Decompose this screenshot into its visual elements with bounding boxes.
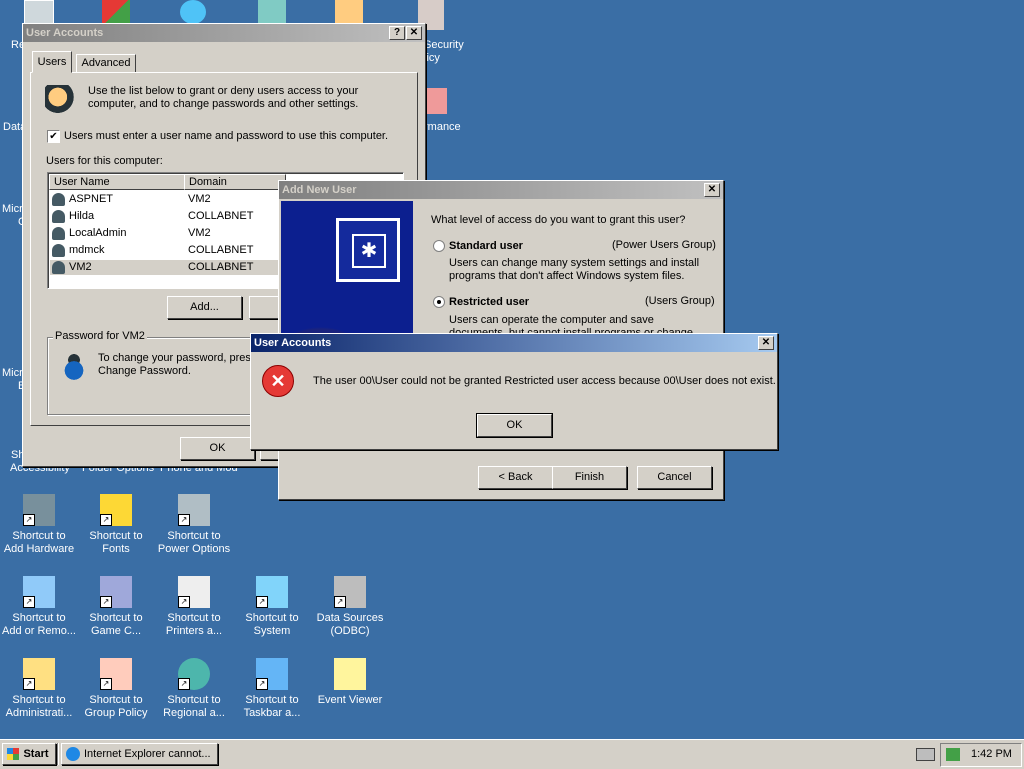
desktop-icon-odbc[interactable]: ↗ Data Sources (ODBC) <box>311 576 389 638</box>
change-password-icon <box>58 354 90 384</box>
users-icon[interactable] <box>335 0 363 24</box>
taskbar-icon: ↗ <box>256 658 288 690</box>
restricted-user-radio[interactable] <box>433 296 445 308</box>
column-header-username[interactable]: User Name <box>49 174 186 190</box>
windows-flag-icon[interactable] <box>102 0 130 24</box>
error-ok-button[interactable]: OK <box>476 413 553 438</box>
close-button[interactable]: ✕ <box>758 336 774 350</box>
internet-explorer-icon <box>66 747 80 761</box>
user-icon <box>52 210 65 223</box>
desktop-partial-label: licy <box>424 52 440 64</box>
windows-logo-icon <box>7 748 19 760</box>
user-icon <box>52 244 65 257</box>
group-policy-icon: ↗ <box>100 658 132 690</box>
error-icon: ✕ <box>262 365 294 397</box>
tab-advanced[interactable]: Advanced <box>76 54 136 73</box>
add-new-user-titlebar[interactable]: Add New User ✕ <box>279 181 723 199</box>
back-button[interactable]: < Back <box>478 466 553 489</box>
perf-icon[interactable] <box>425 88 447 114</box>
users-key-icon <box>45 85 77 115</box>
access-question: What level of access do you want to gran… <box>431 214 686 226</box>
users-list-label: Users for this computer: <box>46 155 163 167</box>
regional-icon: ↗ <box>178 658 210 690</box>
desktop-icon-system[interactable]: ↗ Shortcut to System <box>233 576 311 638</box>
desktop-partial-label: Security <box>424 39 464 51</box>
password-group-label: Password for VM2 <box>53 330 147 342</box>
help-button[interactable]: ? <box>389 26 405 40</box>
power-options-icon: ↗ <box>178 494 210 526</box>
tab-users[interactable]: Users <box>32 51 72 73</box>
cancel-button[interactable]: Cancel <box>637 466 712 489</box>
restricted-user-group: (Users Group) <box>645 295 715 307</box>
add-remove-programs-icon: ↗ <box>23 576 55 608</box>
network-globe-icon[interactable] <box>180 0 206 24</box>
admin-tools-icon: ↗ <box>23 658 55 690</box>
taskbar-divider <box>57 743 59 765</box>
password-text: To change your password, pres Change Pas… <box>98 352 251 377</box>
task-internet-explorer[interactable]: Internet Explorer cannot... <box>61 743 218 765</box>
standard-user-group: (Power Users Group) <box>612 239 716 251</box>
components-icon[interactable] <box>258 0 286 24</box>
desktop-icon-group-policy[interactable]: ↗ Shortcut to Group Policy <box>77 658 155 720</box>
fonts-folder-icon: ↗ <box>100 494 132 526</box>
desktop-icon-regional[interactable]: ↗ Shortcut to Regional a... <box>155 658 233 720</box>
desktop-icon-taskbar[interactable]: ↗ Shortcut to Taskbar a... <box>233 658 311 720</box>
standard-user-label: Standard user <box>449 240 523 252</box>
error-dialog: User Accounts ✕ ✕ The user 00\User could… <box>250 333 778 450</box>
intro-text: Use the list below to grant or deny user… <box>88 85 359 110</box>
must-login-label: Users must enter a user name and passwor… <box>64 130 389 142</box>
standard-user-desc: Users can change many system settings an… <box>449 257 700 282</box>
desktop-partial-label: rmance <box>424 121 461 133</box>
restricted-user-label: Restricted user <box>449 296 530 308</box>
standard-user-radio[interactable] <box>433 240 445 252</box>
clock[interactable]: 1:42 PM <box>971 748 1012 760</box>
ok-button[interactable]: OK <box>180 437 255 460</box>
game-controllers-icon: ↗ <box>100 576 132 608</box>
keyboard-icon[interactable] <box>916 748 935 761</box>
wizard-key-icon: ✱ <box>336 218 400 282</box>
desktop-icon-event-viewer[interactable]: Event Viewer <box>311 658 389 707</box>
desktop-icon-printers[interactable]: ↗ Shortcut to Printers a... <box>155 576 233 638</box>
finish-button[interactable]: Finish <box>552 466 627 489</box>
desktop-icon-fonts[interactable]: ↗ Shortcut to Fonts <box>77 494 155 556</box>
desktop-icon-admin-tools[interactable]: ↗ Shortcut to Administrati... <box>0 658 78 720</box>
system-tray: 1:42 PM <box>940 743 1022 767</box>
desktop-icon-add-hardware[interactable]: ↗ Shortcut to Add Hardware <box>0 494 78 556</box>
network-tray-icon[interactable] <box>946 748 960 761</box>
add-user-button[interactable]: Add... <box>167 296 242 319</box>
taskbar: Start Internet Explorer cannot... 1:42 P… <box>0 739 1024 769</box>
add-hardware-icon: ↗ <box>23 494 55 526</box>
error-message: The user 00\User could not be granted Re… <box>313 375 776 387</box>
system-icon: ↗ <box>256 576 288 608</box>
column-header-domain[interactable]: Domain <box>184 174 286 190</box>
user-icon <box>52 261 65 274</box>
user-icon <box>52 227 65 240</box>
error-dialog-titlebar[interactable]: User Accounts ✕ <box>251 334 777 352</box>
event-viewer-icon <box>334 658 366 690</box>
user-icon <box>52 193 65 206</box>
must-login-checkbox[interactable]: ✔ <box>47 130 60 143</box>
start-button[interactable]: Start <box>2 743 56 765</box>
user-accounts-titlebar[interactable]: User Accounts ? ✕ <box>23 24 425 42</box>
desktop-icon-add-remove[interactable]: ↗ Shortcut to Add or Remo... <box>0 576 78 638</box>
printers-icon: ↗ <box>178 576 210 608</box>
desktop-icon-power-options[interactable]: ↗ Shortcut to Power Options <box>155 494 233 556</box>
close-button[interactable]: ✕ <box>406 26 422 40</box>
close-button[interactable]: ✕ <box>704 183 720 197</box>
odbc-icon: ↗ <box>334 576 366 608</box>
desktop-icon-game-controllers[interactable]: ↗ Shortcut to Game C... <box>77 576 155 638</box>
